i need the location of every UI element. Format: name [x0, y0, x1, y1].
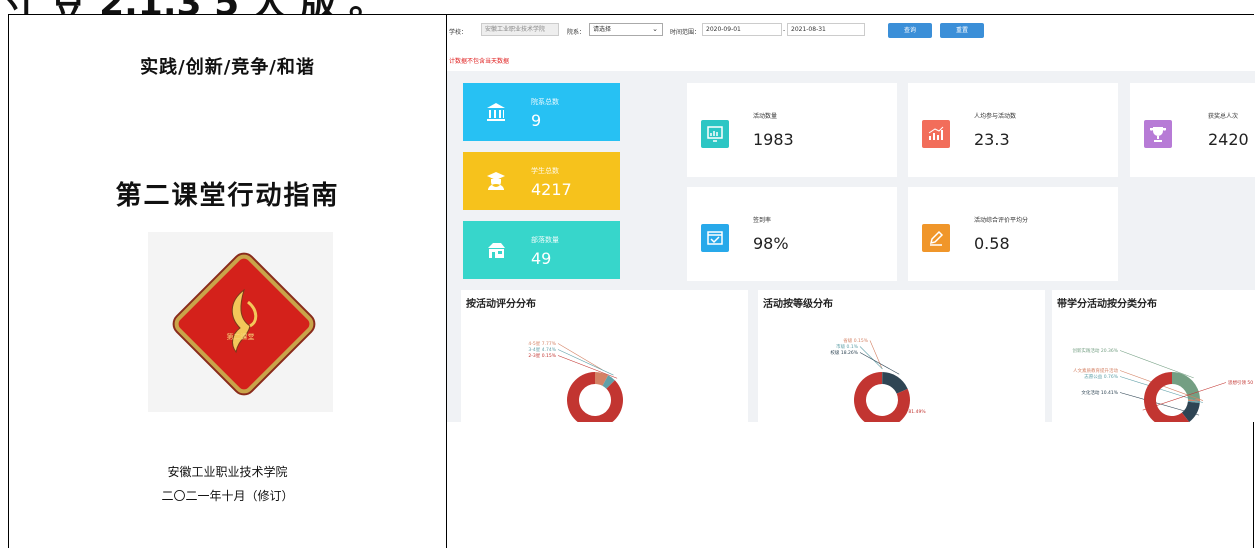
tribe-icon — [488, 243, 505, 258]
pie-slice-label: 院级 81.49% — [898, 408, 926, 415]
end-date-input[interactable]: 2021-08-31 — [787, 23, 865, 36]
dept-label: 院系： — [567, 29, 586, 36]
cover-slogan: 实践/创新/竞争/和谐 — [140, 57, 315, 78]
logo-text: 第二课堂 — [226, 333, 255, 341]
pie-slice-label: 文化活动 10.41% — [1081, 389, 1118, 396]
card-avg-participation: 人均参与活动数 23.3 — [908, 83, 1118, 177]
pie-slice-label: 市级 0.1% — [836, 343, 859, 350]
top-cropped-text: 寸 豆 2.1.3 5 大 版 。 — [0, 0, 1255, 14]
stat-value: 9 — [531, 111, 542, 130]
chart-panel-level: 活动按等级分布 省级 0.15% 市级 0.1% 校级 18.26% 院级 81.49… — [758, 290, 1045, 422]
bar-chart-icon — [922, 120, 950, 148]
student-icon — [487, 172, 505, 190]
stat-label: 学生总数 — [531, 167, 559, 175]
date-separator: - — [783, 27, 786, 34]
label-leader-line — [859, 352, 900, 375]
cover-school: 安徽工业职业技术学院 — [167, 465, 288, 479]
card-value: 98% — [753, 234, 789, 253]
card-label: 人均参与活动数 — [974, 113, 1017, 120]
filter-bar: 学校： 安徽工业职业技术学院 院系： 请选择 ⌄ 时间范围： 2020-09-01… — [447, 15, 1255, 71]
donut-chart-rating: 4-5星 7.77%3-4星 4.74%2-3星 0.15% — [528, 341, 623, 422]
school-logo: 第二课堂 — [148, 232, 333, 412]
pie-slice-label: 志愿公益 0.76% — [1084, 373, 1118, 380]
time-range-label: 时间范围： — [670, 29, 701, 36]
stat-tribes: 部落数量 49 — [463, 221, 620, 279]
donut-chart-level: 省级 0.15%市级 0.1%校级 18.26% 院级 81.49% — [830, 337, 926, 422]
card-checkin-rate: 签到率 98% — [687, 187, 897, 281]
donut-chart-credit: 创新实践活动 20.36% 人文素质教育提升活动志愿公益 0.76% 文化活动 10… — [1072, 347, 1253, 422]
dept-select[interactable]: 请选择 ⌄ — [589, 23, 663, 36]
dept-select-value: 请选择 — [593, 26, 612, 33]
card-label: 活动综合评价平均分 — [974, 217, 1029, 224]
pie-slice-label: 校级 18.26% — [830, 349, 858, 356]
reset-button[interactable]: 重置 — [940, 23, 984, 38]
pie-slice-label: 创新实践活动 20.36% — [1072, 347, 1118, 354]
calendar-check-icon — [701, 224, 729, 252]
chevron-down-icon: ⌄ — [652, 25, 658, 33]
pie-slice-label: 人文素质教育提升活动 — [1073, 367, 1118, 374]
school-label: 学校： — [449, 29, 468, 36]
card-label: 签到率 — [753, 217, 772, 224]
label-leader-line — [869, 340, 883, 370]
label-leader-line — [1119, 350, 1194, 379]
chart-panel-credit: 带学分活动按分类分布 创新实践活动 20.36% 人文素质教育提升活动 志愿公益 0… — [1052, 290, 1255, 422]
trophy-icon — [1144, 120, 1172, 148]
stat-departments: 院系总数 9 — [463, 83, 620, 141]
logo-emblem-icon — [231, 288, 258, 354]
cover-image: 实践/创新/竞争/和谐 第二课堂行动指南 第二课堂 安徽工业职业技术学院 二〇二… — [9, 15, 446, 548]
stat-value: 4217 — [531, 180, 572, 199]
data-warning: 计数据不包含当天数据 — [449, 58, 510, 65]
pie-slice-label: 3-4星 4.74% — [528, 347, 556, 353]
cover-title: 第二课堂行动指南 — [115, 181, 340, 211]
chart-panel-rating: 按活动评分分布 4-5星 7.77% 3-4星 4.74% 2-3星 0.15% — [461, 290, 748, 422]
stat-value: 49 — [531, 249, 552, 268]
dashboard-screenshot: 学校： 安徽工业职业技术学院 院系： 请选择 ⌄ 时间范围： 2020-09-01… — [447, 15, 1255, 422]
cover-date: 二〇二一年十月（修订） — [161, 489, 294, 503]
pie-slice-label: 2-3星 0.15% — [528, 353, 556, 359]
stat-label: 院系总数 — [531, 98, 559, 106]
card-activity-count: 活动数量 1983 — [687, 83, 897, 177]
card-value: 1983 — [753, 130, 794, 149]
card-evaluation-score: 活动综合评价平均分 0.58 — [908, 187, 1118, 281]
stat-students: 学生总数 4217 — [463, 152, 620, 210]
card-awards: 获奖总人次 2420 — [1130, 83, 1255, 177]
chart-screen-icon — [701, 120, 729, 148]
school-input[interactable]: 安徽工业职业技术学院 — [481, 23, 559, 36]
label-leader-line — [557, 343, 603, 371]
card-label: 活动数量 — [753, 113, 778, 120]
edit-icon — [922, 224, 950, 252]
start-date-input[interactable]: 2020-09-01 — [702, 23, 782, 36]
pie-slice-label: 4-5星 7.77% — [528, 341, 556, 347]
card-value: 0.58 — [974, 234, 1010, 253]
label-leader-line — [557, 349, 614, 376]
pie-slice[interactable] — [882, 372, 908, 394]
pie-slice-label: 省级 0.15% — [843, 337, 868, 344]
pie-slice-label: 思想引领 50 — [1228, 379, 1253, 386]
card-value: 2420 — [1208, 130, 1249, 149]
stat-label: 部落数量 — [531, 236, 559, 244]
card-value: 23.3 — [974, 130, 1010, 149]
building-icon — [487, 103, 505, 121]
label-leader-line — [859, 346, 883, 370]
query-button[interactable]: 查询 — [888, 23, 932, 38]
card-label: 获奖总人次 — [1208, 113, 1239, 120]
pie-slice[interactable] — [567, 372, 623, 422]
